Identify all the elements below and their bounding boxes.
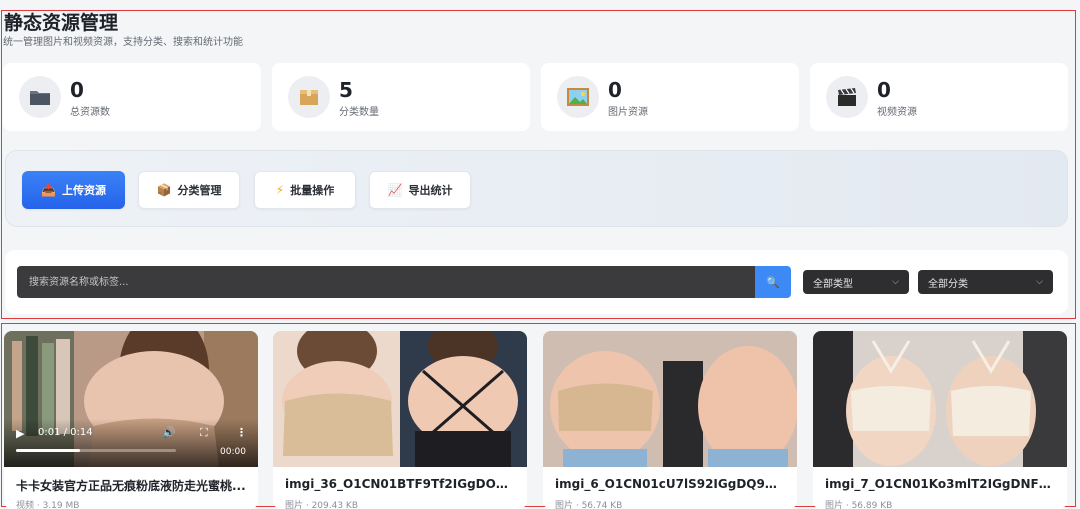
folder-icon <box>19 76 61 118</box>
search-button[interactable]: 🔍 <box>755 266 791 298</box>
volume-icon[interactable]: 🔊 <box>162 426 176 439</box>
resource-title[interactable]: imgi_7_O1CN01Ko3mlT2IGgDNFOot8... <box>825 477 1057 491</box>
box-icon <box>288 76 330 118</box>
resource-meta: 图片 · 56.89 KB <box>825 501 893 509</box>
resource-title[interactable]: imgi_6_O1CN01cU7lS92IGgDQ9OnyR... <box>555 477 787 491</box>
stat-value: 5 <box>339 78 353 102</box>
play-icon[interactable]: ▶ <box>16 427 24 440</box>
chart-icon: 📈 <box>387 183 403 197</box>
resource-thumbnail[interactable] <box>543 331 797 467</box>
resource-meta: 视频 · 3.19 MB <box>16 501 80 509</box>
more-vertical-icon[interactable]: ⋮ <box>236 426 247 439</box>
chevron-down-icon: ⌵ <box>1036 277 1043 287</box>
resource-title[interactable]: 卡卡女装官方正品无痕粉底液防走光蜜桃... <box>16 477 248 494</box>
stat-label: 总资源数 <box>70 107 110 118</box>
export-button-label: 导出统计 <box>408 184 453 197</box>
category-manage-button[interactable]: 📦 分类管理 <box>138 171 240 209</box>
fullscreen-icon[interactable]: ⛶ <box>200 426 208 440</box>
video-progress-bar[interactable] <box>16 449 176 452</box>
batch-button-label: 批量操作 <box>290 184 335 197</box>
upload-button-label: 上传资源 <box>61 184 106 197</box>
resource-title[interactable]: imgi_36_O1CN01BTF9Tf2IGgDOwpiBx... <box>285 477 517 491</box>
stat-label: 图片资源 <box>608 107 648 118</box>
video-duration: 00:00 <box>220 447 246 457</box>
resource-card[interactable]: ▶ 0:01 / 0:14 🔊 ⛶ ⋮ 00:00 卡卡女装官方正品无痕粉底液防… <box>4 331 258 509</box>
export-stats-button[interactable]: 📈 导出统计 <box>369 171 471 209</box>
action-toolbar: 📥 上传资源 📦 分类管理 ⚡ 批量操作 📈 导出统计 <box>5 150 1068 227</box>
stat-card-total: 0 总资源数 <box>3 63 261 131</box>
picture-icon <box>557 76 599 118</box>
page-subtitle: 统一管理图片和视频资源，支持分类、搜索和统计功能 <box>3 37 243 48</box>
stat-card-categories: 5 分类数量 <box>272 63 530 131</box>
resource-meta: 图片 · 209.43 KB <box>285 501 359 509</box>
stat-label: 分类数量 <box>339 107 379 118</box>
video-controls: ▶ 0:01 / 0:14 🔊 ⛶ ⋮ 00:00 <box>4 419 258 467</box>
resource-card[interactable]: imgi_6_O1CN01cU7lS92IGgDQ9OnyR... 图片 · 5… <box>543 331 797 509</box>
stat-value: 0 <box>608 78 622 102</box>
resource-thumbnail[interactable] <box>273 331 527 467</box>
resource-card[interactable]: imgi_7_O1CN01Ko3mlT2IGgDNFOot8... 图片 · 5… <box>813 331 1067 509</box>
type-filter-value: 全部类型 <box>813 278 853 290</box>
search-input[interactable] <box>17 266 755 298</box>
stat-card-images: 0 图片资源 <box>541 63 799 131</box>
video-player[interactable]: ▶ 0:01 / 0:14 🔊 ⛶ ⋮ 00:00 <box>4 331 258 467</box>
page-title: 静态资源管理 <box>4 12 119 34</box>
stat-value: 0 <box>70 78 84 102</box>
video-time: 0:01 / 0:14 <box>38 427 93 438</box>
batch-operation-button[interactable]: ⚡ 批量操作 <box>254 171 356 209</box>
box-icon: 📦 <box>156 183 172 197</box>
video-progress-fill <box>16 449 80 452</box>
upload-button[interactable]: 📥 上传资源 <box>22 171 125 209</box>
resource-meta: 图片 · 56.74 KB <box>555 501 623 509</box>
chevron-down-icon: ⌵ <box>892 277 899 287</box>
clapper-icon <box>826 76 868 118</box>
upload-icon: 📥 <box>41 183 56 197</box>
category-button-label: 分类管理 <box>177 184 222 197</box>
search-panel: 🔍 全部类型 ⌵ 全部分类 ⌵ <box>5 250 1068 314</box>
lightning-icon: ⚡ <box>275 183 285 197</box>
stat-value: 0 <box>877 78 891 102</box>
type-filter-select[interactable]: 全部类型 ⌵ <box>803 270 909 294</box>
category-filter-select[interactable]: 全部分类 ⌵ <box>918 270 1053 294</box>
search-icon: 🔍 <box>766 275 780 289</box>
resource-thumbnail[interactable] <box>813 331 1067 467</box>
resource-card[interactable]: imgi_36_O1CN01BTF9Tf2IGgDOwpiBx... 图片 · … <box>273 331 527 509</box>
stat-label: 视频资源 <box>877 107 917 118</box>
stat-card-videos: 0 视频资源 <box>810 63 1068 131</box>
category-filter-value: 全部分类 <box>928 278 968 290</box>
